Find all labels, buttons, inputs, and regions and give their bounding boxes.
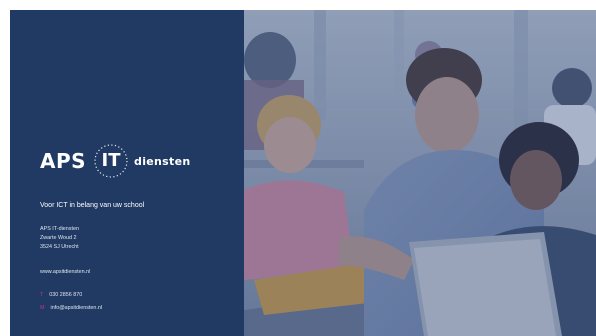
cover-slide: APS IT diensten Voor ICT in belang van u… <box>0 0 596 336</box>
logo-diensten-text: diensten <box>134 154 191 168</box>
phone-line: T 030 2856 870 <box>40 292 82 298</box>
logo-aps-text: APS <box>40 149 87 173</box>
website-link[interactable]: www.apsitdiensten.nl <box>40 268 90 277</box>
classroom-illustration <box>244 10 596 336</box>
email-label: M <box>40 305 45 311</box>
aps-it-diensten-logo: APS IT diensten <box>40 140 190 182</box>
classroom-photo <box>244 10 596 336</box>
tagline: Voor ICT in belang van uw school <box>40 202 145 209</box>
email-address[interactable]: info@apsitdiensten.nl <box>51 305 103 311</box>
postal-city: 3524 SJ Utrecht <box>40 244 79 250</box>
address-block: APS IT-diensten Zwarte Woud 2 3524 SJ Ut… <box>40 225 79 252</box>
phone-label: T <box>40 292 44 298</box>
company-name: APS IT-diensten <box>40 226 79 232</box>
logo-it-badge: IT <box>92 142 130 180</box>
email-line: Minfo@apsitdiensten.nl <box>40 305 102 311</box>
phone-number[interactable]: 030 2856 870 <box>49 292 82 298</box>
logo-it-text: IT <box>101 150 121 171</box>
street-address: Zwarte Woud 2 <box>40 235 77 241</box>
